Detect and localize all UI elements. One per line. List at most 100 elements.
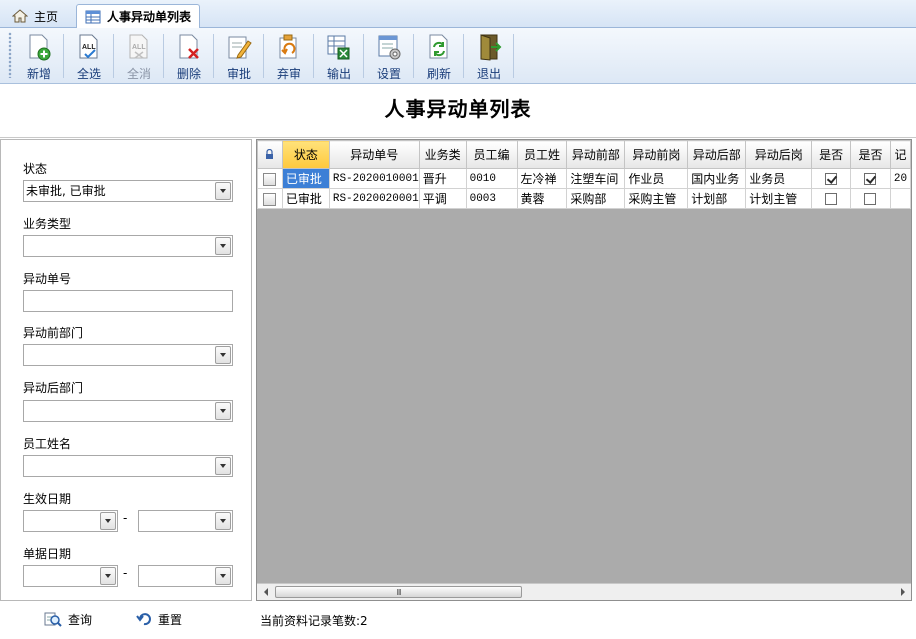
column-header-more[interactable]: 记 [889,140,911,169]
column-header-post-before[interactable]: 异动前岗 [624,140,689,169]
biz-type-dropdown-button[interactable] [215,237,231,255]
cell-status[interactable]: 已审批 [281,168,330,189]
cell-status[interactable]: 已审批 [281,188,330,209]
export-excel-icon [327,35,350,60]
doc-date-to-dropdown-button[interactable] [215,567,231,585]
status-combo[interactable]: 未审批, 已审批 [23,180,233,202]
column-header-status[interactable]: 状态 [281,140,330,169]
effective-date-from[interactable] [23,510,118,532]
table-row[interactable]: 已审批 RS-2020010001 晋升 0010 左冷禅 注塑车间 作业员 国… [257,168,911,189]
tab-hr-transfer-list[interactable]: 人事异动单列表 [76,4,200,28]
emp-name-combo[interactable] [23,455,233,477]
column-header-flag1[interactable]: 是否 [811,140,852,169]
emp-name-label: 员工姓名 [23,437,72,451]
export-button[interactable]: 输出 [314,30,364,82]
cell-flag2-checkbox[interactable] [850,168,891,189]
cell-dept-before[interactable]: 注塑车间 [566,168,626,189]
doc-date-from[interactable] [23,565,118,587]
dept-before-combo[interactable] [23,344,233,366]
column-header-biz-type[interactable]: 业务类 [418,140,467,169]
emp-name-dropdown-button[interactable] [215,457,231,475]
query-button[interactable]: 查询 [44,609,92,629]
cell-post-after[interactable]: 业务员 [745,168,813,189]
toolbar: 新增 ALL 全选 ALL 全消 删除 审批 弃审 输出 设置 刷新 退出 [0,28,916,84]
cell-dept-before[interactable]: 采购部 [566,188,626,209]
select-all-button[interactable]: ALL 全选 [64,30,114,82]
scroll-right-arrow[interactable] [894,584,911,600]
doc-date-label: 单据日期 [23,547,72,561]
effective-date-to[interactable] [138,510,233,532]
column-header-emp-no[interactable]: 员工编 [465,140,518,169]
effective-date-to-dropdown-button[interactable] [215,512,231,530]
select-all-button-label: 全选 [76,67,101,81]
cell-emp-no[interactable]: 0010 [465,168,518,189]
doc-no-label: 异动单号 [23,272,72,286]
horizontal-scrollbar[interactable]: III [257,583,911,600]
column-header-flag2[interactable]: 是否 [850,140,891,169]
settings-button-label: 设置 [376,67,401,81]
exit-button-label: 退出 [476,67,501,81]
delete-button[interactable]: 删除 [164,30,214,82]
column-header-doc-no[interactable]: 异动单号 [328,140,420,169]
deselect-all-button[interactable]: ALL 全消 [114,30,164,82]
cell-doc-no[interactable]: RS-2020010001 [328,168,420,189]
cell-emp-name[interactable]: 左冷禅 [516,168,568,189]
dept-after-dropdown-button[interactable] [215,402,231,420]
cell-more[interactable]: 20 [889,168,911,189]
dept-after-combo[interactable] [23,400,233,422]
delete-button-label: 删除 [176,67,201,81]
doc-date-from-dropdown-button[interactable] [100,567,116,585]
column-header-dept-after[interactable]: 异动后部 [687,140,747,169]
tab-hr-transfer-list-label: 人事异动单列表 [107,10,192,24]
cell-dept-after[interactable]: 计划部 [687,188,747,209]
column-header-dept-before[interactable]: 异动前部 [566,140,626,169]
table-icon [85,10,101,23]
cell-post-after[interactable]: 计划主管 [745,188,813,209]
doc-date-separator: - [123,566,128,580]
column-header-post-after[interactable]: 异动后岗 [745,140,813,169]
exit-button[interactable]: 退出 [464,30,514,82]
deselect-all-icon: ALL [129,34,148,59]
cell-emp-name[interactable]: 黄蓉 [516,188,568,209]
effective-date-separator: - [123,511,128,525]
cell-more[interactable] [889,188,911,209]
scroll-thumb[interactable]: III [275,586,522,598]
cell-biz-type[interactable]: 晋升 [418,168,467,189]
column-header-emp-name[interactable]: 员工姓 [516,140,568,169]
cell-post-before[interactable]: 作业员 [624,168,689,189]
add-button[interactable]: 新增 [14,30,64,82]
cell-emp-no[interactable]: 0003 [465,188,518,209]
doc-date-to[interactable] [138,565,233,587]
cell-doc-no[interactable]: RS-2020020001 [328,188,420,209]
effective-date-from-dropdown-button[interactable] [100,512,116,530]
cell-dept-after[interactable]: 国内业务 [687,168,747,189]
approve-button[interactable]: 审批 [214,30,264,82]
biz-type-combo[interactable] [23,235,233,257]
cell-flag1-checkbox[interactable] [811,188,852,209]
scroll-left-arrow[interactable] [257,584,274,600]
row-select-checkbox[interactable] [257,188,283,209]
settings-button[interactable]: 设置 [364,30,414,82]
reset-button[interactable]: 重置 [136,609,182,629]
refresh-button[interactable]: 刷新 [414,30,464,82]
status-dropdown-button[interactable] [215,182,231,200]
exit-door-icon [480,34,502,61]
filter-actions: 查询 重置 [0,601,252,639]
dept-before-dropdown-button[interactable] [215,346,231,364]
table-row[interactable]: 已审批 RS-2020020001 平调 0003 黄蓉 采购部 采购主管 计划… [257,188,911,209]
cell-flag1-checkbox[interactable] [811,168,852,189]
cell-biz-type[interactable]: 平调 [418,188,467,209]
doc-no-input[interactable] [23,290,233,312]
row-select-checkbox[interactable] [257,168,283,189]
unapprove-button[interactable]: 弃审 [264,30,314,82]
toolbar-grip[interactable] [8,32,12,78]
effective-date-label: 生效日期 [23,492,72,506]
cell-post-before[interactable]: 采购主管 [624,188,689,209]
tab-home-label: 主页 [34,9,59,24]
column-chooser-header[interactable] [257,140,283,169]
dept-after-label: 异动后部门 [23,381,84,395]
tab-home[interactable]: 主页 [4,4,68,28]
biz-type-label: 业务类型 [23,217,72,231]
cell-flag2-checkbox[interactable] [850,188,891,209]
tab-strip: 主页 人事异动单列表 [0,0,916,28]
